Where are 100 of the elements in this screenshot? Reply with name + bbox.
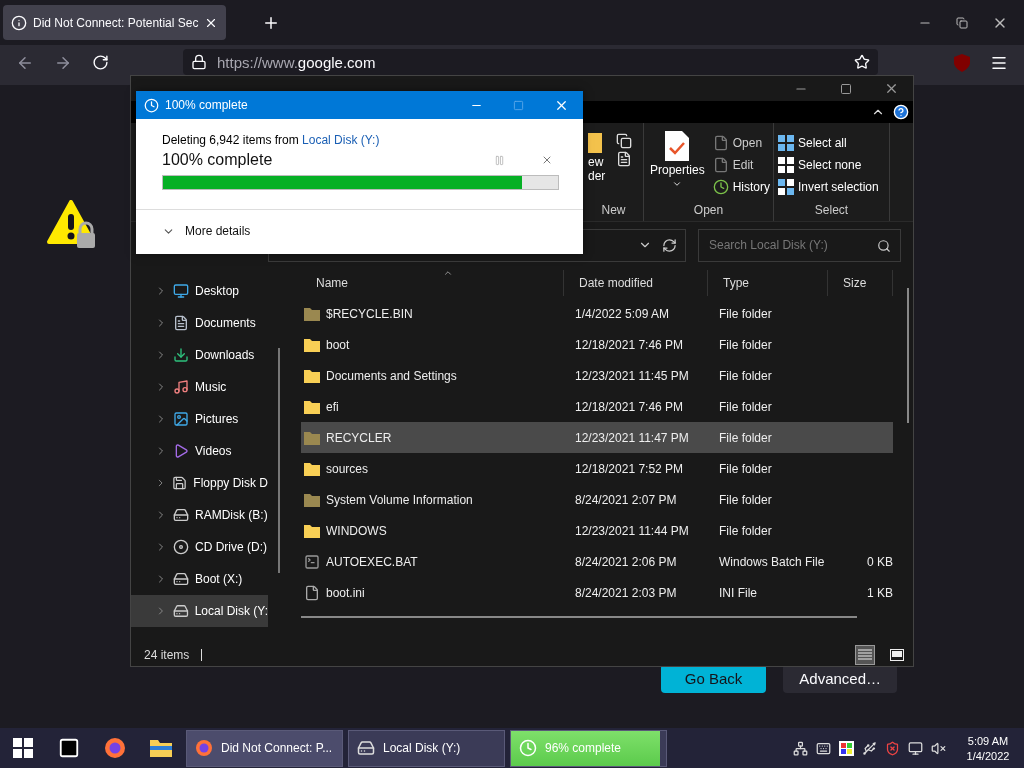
column-header[interactable]: Size [828,270,893,296]
ribbon-button[interactable]: Select all [778,133,879,153]
back-icon[interactable] [16,54,34,72]
dialog-title: 100% complete [165,98,248,112]
ribbon-button[interactable]: Edit [712,155,771,175]
nav-item[interactable]: Videos [131,435,268,467]
type-cell-text: File folder [718,306,773,321]
firefox-icon[interactable] [104,737,126,759]
document-icon [173,315,189,331]
shield-error-icon[interactable] [885,740,900,756]
folder-icon[interactable] [150,739,172,757]
url-field[interactable]: https://www.google.com [183,49,878,75]
source-link[interactable]: Local Disk (Y:) [302,133,380,147]
restore-icon[interactable] [956,16,968,29]
type-cell-text: File folder [718,461,773,476]
file-row[interactable]: WINDOWS 12/23/2021 11:44 PM File folder [301,515,893,546]
folder-icon [304,430,320,445]
file-row[interactable]: System Volume Information 8/24/2021 2:07 PM File folder [301,484,893,515]
ribbon-button[interactable]: Select none [778,155,879,175]
file-row[interactable]: efi 12/18/2021 7:46 PM File folder [301,391,893,422]
group-label: New [600,203,627,219]
column-header[interactable]: Date modified [564,270,708,296]
drive-icon [173,507,189,523]
file-name: efi [326,399,339,414]
clock[interactable]: 5:09 AM 1/4/2022 [960,734,1016,762]
drive-icon [357,739,375,757]
nav-item[interactable]: Music [131,371,268,403]
file-row[interactable]: AUTOEXEC.BAT 8/24/2021 2:06 PM Windows Batch File 0 KB [301,546,893,577]
color-grid-icon[interactable] [839,740,854,756]
file-name: $RECYCLE.BIN [326,306,413,321]
nav-item[interactable]: Documents [131,307,268,339]
file-row[interactable]: boot 12/18/2021 7:46 PM File folder [301,329,893,360]
type-cell-text: File folder [718,492,773,507]
browser-tab[interactable]: Did Not Connect: Potential Sec [3,5,227,40]
monitor-icon[interactable] [908,740,923,756]
file-name: WINDOWS [326,523,387,538]
nav-item[interactable]: Downloads [131,339,268,371]
file-row[interactable]: sources 12/18/2021 7:52 PM File folder [301,453,893,484]
taskbar-button[interactable]: Did Not Connect: P... [186,729,343,767]
group-label: Select [813,203,850,219]
maximize-icon[interactable] [840,82,852,95]
folder-icon [304,399,320,414]
bookmark-star-icon[interactable] [854,54,870,70]
folder-icon [304,523,320,538]
nav-item[interactable]: Desktop [131,275,268,307]
file-row[interactable]: $RECYCLE.BIN 1/4/2022 5:09 AM File folder [301,298,893,329]
drive-icon [172,603,189,619]
new-folder-button[interactable]: ew der [588,127,610,203]
folder-icon [304,337,320,352]
item-count: 24 items [144,648,190,662]
file-name: Documents and Settings [326,368,457,383]
muted-speaker-icon[interactable] [931,740,946,756]
group-label: Open [692,203,725,219]
type-cell-text: Windows Batch File [718,554,826,569]
column-header[interactable]: Name [301,270,564,296]
nav-item[interactable]: Pictures [131,403,268,435]
taskbar-button[interactable]: Local Disk (Y:) [348,729,505,767]
cancel-icon[interactable] [541,154,553,166]
file-row[interactable]: Documents and Settings 12/23/2021 11:45 PM File folder [301,360,893,391]
refresh-icon[interactable] [662,237,677,253]
usb-icon[interactable] [862,740,877,756]
type-cell-text: File folder [718,523,773,538]
file-name: boot [326,337,350,352]
folder-icon [304,492,320,507]
nav-item[interactable]: Floppy Disk D [131,467,268,499]
picture-icon [173,411,189,427]
nav-item[interactable]: Boot (X:) [131,563,268,595]
date-cell-text: 12/23/2021 11:44 PM [574,523,690,538]
date-cell-text: 12/23/2021 11:45 PM [574,368,690,383]
file-row[interactable]: RECYCLER 12/23/2021 11:47 PM File folder [301,422,893,453]
ribbon-button[interactable]: Open [712,133,771,153]
file-icon [304,584,320,601]
type-cell-text: File folder [718,430,773,445]
properties-button[interactable]: Properties [648,127,707,203]
tab-title: Did Not Connect: Potential Sec [33,15,199,30]
nav-item[interactable]: RAMDisk (B:) [131,499,268,531]
music-icon [173,379,189,395]
search-field[interactable]: Search Local Disk (Y:) [698,228,901,262]
date-cell-text: 12/18/2021 7:52 PM [574,461,685,476]
reload-icon[interactable] [92,54,109,71]
size-cell-text: 0 KB [866,554,893,569]
progress-status: 100% complete [162,151,274,169]
drive-icon [173,571,189,587]
disc-icon [173,539,189,555]
date-cell-text: 12/18/2021 7:46 PM [574,399,685,414]
file-row[interactable]: boot.ini 8/24/2021 2:03 PM INI File 1 KB [301,577,893,608]
forward-icon[interactable] [54,54,72,72]
nav-item[interactable]: Local Disk (Y: [131,595,268,627]
dropdown-icon [672,179,683,189]
close-icon[interactable] [884,81,899,96]
menu-icon[interactable] [990,54,1008,72]
desktop-icon [173,283,189,299]
details-view-button[interactable] [855,645,875,665]
ribbon-button[interactable]: History [712,177,771,197]
nav-item[interactable]: CD Drive (D:) [131,531,268,563]
ribbon-button[interactable]: Invert selection [778,177,879,197]
help-icon[interactable] [893,104,909,120]
column-header[interactable]: Type [708,270,828,296]
folder-icon [588,131,604,155]
more-details-button[interactable]: More details [162,224,251,238]
